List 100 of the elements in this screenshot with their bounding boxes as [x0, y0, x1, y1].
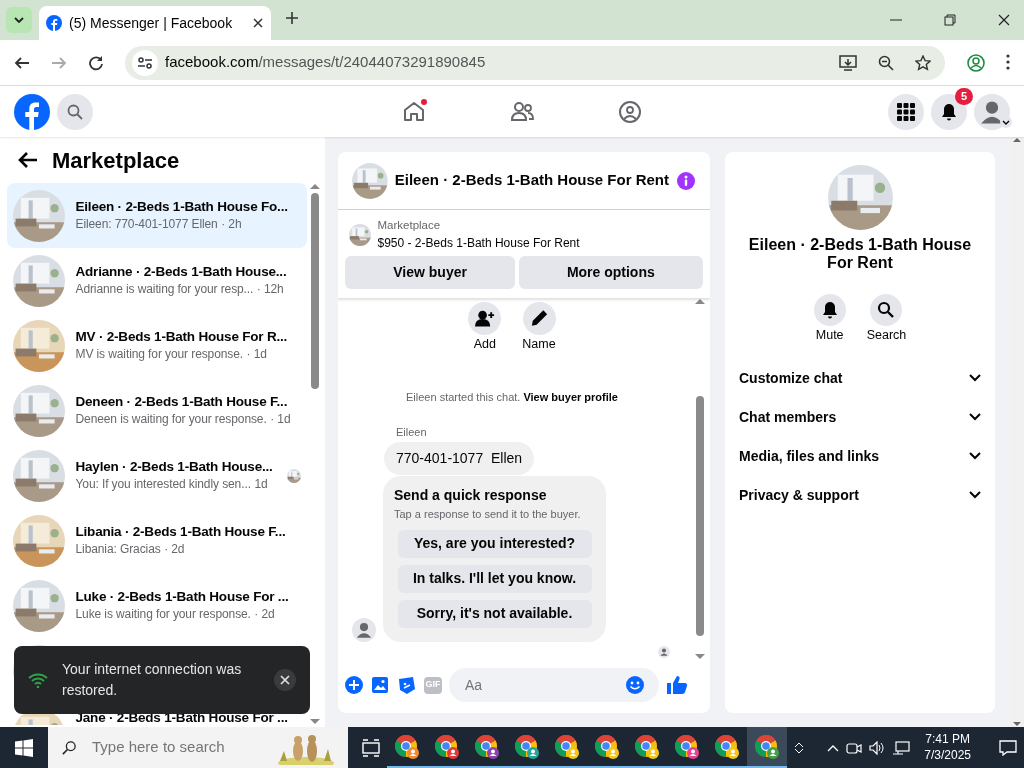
message-time: · 12h	[256, 282, 284, 297]
notifications-button[interactable]	[931, 93, 967, 130]
taskbar-search-box[interactable]: Type here to search	[48, 727, 348, 768]
mute-button[interactable]	[813, 293, 846, 326]
volume-icon[interactable]	[869, 740, 886, 755]
task-view-icon[interactable]	[362, 739, 380, 758]
back-arrow-icon[interactable]	[18, 151, 38, 169]
notification-center-icon[interactable]	[999, 740, 1017, 757]
conversation-item[interactable]: Deneen · 2-Beds 1-Bath House F... Deneen is waiting for your response. · 1d	[7, 378, 307, 443]
message-box[interactable]: Aa	[449, 668, 659, 702]
photo-icon[interactable]	[370, 676, 390, 694]
profile-icon[interactable]	[967, 53, 985, 72]
wifi-icon	[28, 672, 48, 688]
browser-profile-icon[interactable]	[634, 733, 660, 760]
details-section[interactable]: Customize chat	[725, 358, 995, 398]
facebook-logo-icon	[46, 15, 62, 31]
groups-icon[interactable]	[616, 98, 644, 125]
scroll-down-icon[interactable]	[794, 747, 804, 755]
facebook-logo-icon[interactable]	[14, 93, 50, 130]
browser-profile-icon[interactable]	[754, 733, 780, 760]
read-receipt-icon	[658, 645, 670, 658]
quick-response-button[interactable]: Sorry, it's not available.	[397, 599, 592, 628]
bell-icon	[820, 300, 839, 319]
more-menu-icon[interactable]	[1006, 53, 1010, 70]
toast-close-button[interactable]	[274, 669, 296, 691]
browser-tab[interactable]: (5) Messenger | Facebook	[39, 6, 271, 40]
search-button[interactable]	[870, 293, 903, 326]
action-label: Name	[522, 335, 556, 353]
back-icon[interactable]	[14, 54, 30, 71]
account-avatar-icon	[974, 93, 1010, 130]
menu-button[interactable]	[888, 93, 924, 130]
action-label: Search	[866, 326, 907, 344]
message-preview: Adrianne is waiting for your resp...	[75, 282, 254, 297]
tab-title: (5) Messenger | Facebook	[69, 13, 233, 33]
browser-profile-icon[interactable]	[674, 733, 700, 760]
sticker-icon[interactable]	[397, 676, 417, 694]
browser-profile-icon[interactable]	[474, 733, 500, 760]
message-preview: Luke is waiting for your response.	[75, 607, 251, 622]
scrollbar-thumb[interactable]	[696, 396, 704, 636]
conversation-item[interactable]: MV · 2-Beds 1-Bath House For R... MV is waiting for your response. · 1d	[7, 313, 307, 378]
new-tab-icon[interactable]	[285, 11, 299, 26]
close-icon[interactable]	[252, 17, 264, 29]
details-section[interactable]: Privacy & support	[725, 475, 995, 515]
emoji-icon[interactable]	[625, 675, 645, 695]
view-buyer-profile-link[interactable]: View buyer profile	[523, 391, 618, 404]
restore-icon[interactable]	[944, 14, 956, 26]
action-button[interactable]: More options	[518, 255, 703, 289]
zoom-out-icon[interactable]	[878, 54, 894, 71]
message-preview: Deneen is waiting for your response.	[75, 412, 267, 427]
browser-profile-icon[interactable]	[434, 733, 460, 760]
add-button[interactable]	[468, 301, 502, 335]
clock-date: 7/3/2025	[924, 747, 971, 764]
action-label: Mute	[815, 326, 844, 344]
message-preview: You: If you interested kindly sen...	[75, 477, 251, 492]
message-field[interactable]: Aa	[463, 673, 625, 697]
chevron-up-icon[interactable]	[827, 743, 840, 752]
search-icon	[67, 103, 83, 120]
install-icon[interactable]	[839, 54, 857, 71]
windows-start-icon[interactable]	[15, 738, 33, 757]
scroll-up-icon[interactable]	[794, 740, 804, 748]
conversation-title: Haylen · 2-Beds 1-Bath House...	[75, 457, 273, 476]
message-time: · 2d	[254, 607, 275, 622]
details-section[interactable]: Media, files and links	[725, 436, 995, 476]
camera-icon[interactable]	[846, 740, 863, 755]
listing-label: Marketplace	[377, 218, 442, 233]
caret-icon[interactable]	[1000, 115, 1012, 128]
action-label: Add	[473, 335, 496, 353]
conversation-item[interactable]: Libania · 2-Beds 1-Bath House F... Libania: Gracias · 2d	[7, 508, 307, 573]
tab-search-icon[interactable]	[14, 17, 24, 23]
close-icon	[280, 675, 290, 685]
browser-profile-icon[interactable]	[394, 733, 420, 760]
network-icon[interactable]	[892, 740, 911, 755]
browser-profile-icon[interactable]	[714, 733, 740, 760]
bookmark-star-icon[interactable]	[915, 54, 931, 71]
conversation-item[interactable]: Adrianne · 2-Beds 1-Bath House... Adrianne is waiting for your resp... · 12h	[7, 248, 307, 313]
browser-profile-icon[interactable]	[554, 733, 580, 760]
chat-title: Eileen · 2-Beds 1-Bath House For Rent	[394, 170, 669, 191]
info-icon[interactable]	[676, 171, 696, 192]
conversation-item[interactable]: Luke · 2-Beds 1-Bath House For ... Luke is waiting for your response. · 2d	[7, 573, 307, 638]
message-bubble: 770-401-1077 Ellen	[384, 442, 535, 476]
taskbar-search-field[interactable]: Type here to search	[90, 735, 260, 760]
scrollbar-thumb[interactable]	[311, 192, 319, 389]
conversation-title: Deneen · 2-Beds 1-Bath House F...	[75, 392, 289, 411]
plus-icon[interactable]	[345, 676, 363, 694]
quick-response-button[interactable]: Yes, are you interested?	[397, 529, 592, 558]
quick-response-button[interactable]: In talks. I'll let you know.	[397, 564, 592, 593]
bell-icon	[940, 102, 958, 121]
browser-profile-icon[interactable]	[514, 733, 540, 760]
conversation-item[interactable]: Haylen · 2-Beds 1-Bath House... You: If you interested kindly sen... 1d	[7, 443, 307, 508]
name-button[interactable]	[522, 301, 556, 335]
close-icon[interactable]	[998, 14, 1010, 26]
action-button[interactable]: View buyer	[345, 255, 516, 289]
conversation-title: Libania · 2-Beds 1-Bath House F...	[75, 522, 286, 541]
thumbs-up-icon[interactable]	[666, 675, 688, 695]
reload-icon[interactable]	[88, 54, 104, 71]
details-section[interactable]: Chat members	[725, 397, 995, 437]
browser-profile-icon[interactable]	[594, 733, 620, 760]
message-time: · 2d	[164, 542, 185, 557]
conversation-item[interactable]: Eileen · 2-Beds 1-Bath House Fo... Eileen: 770-401-1077 Ellen · 2h	[7, 183, 307, 248]
site-info-icon[interactable]	[137, 55, 153, 70]
